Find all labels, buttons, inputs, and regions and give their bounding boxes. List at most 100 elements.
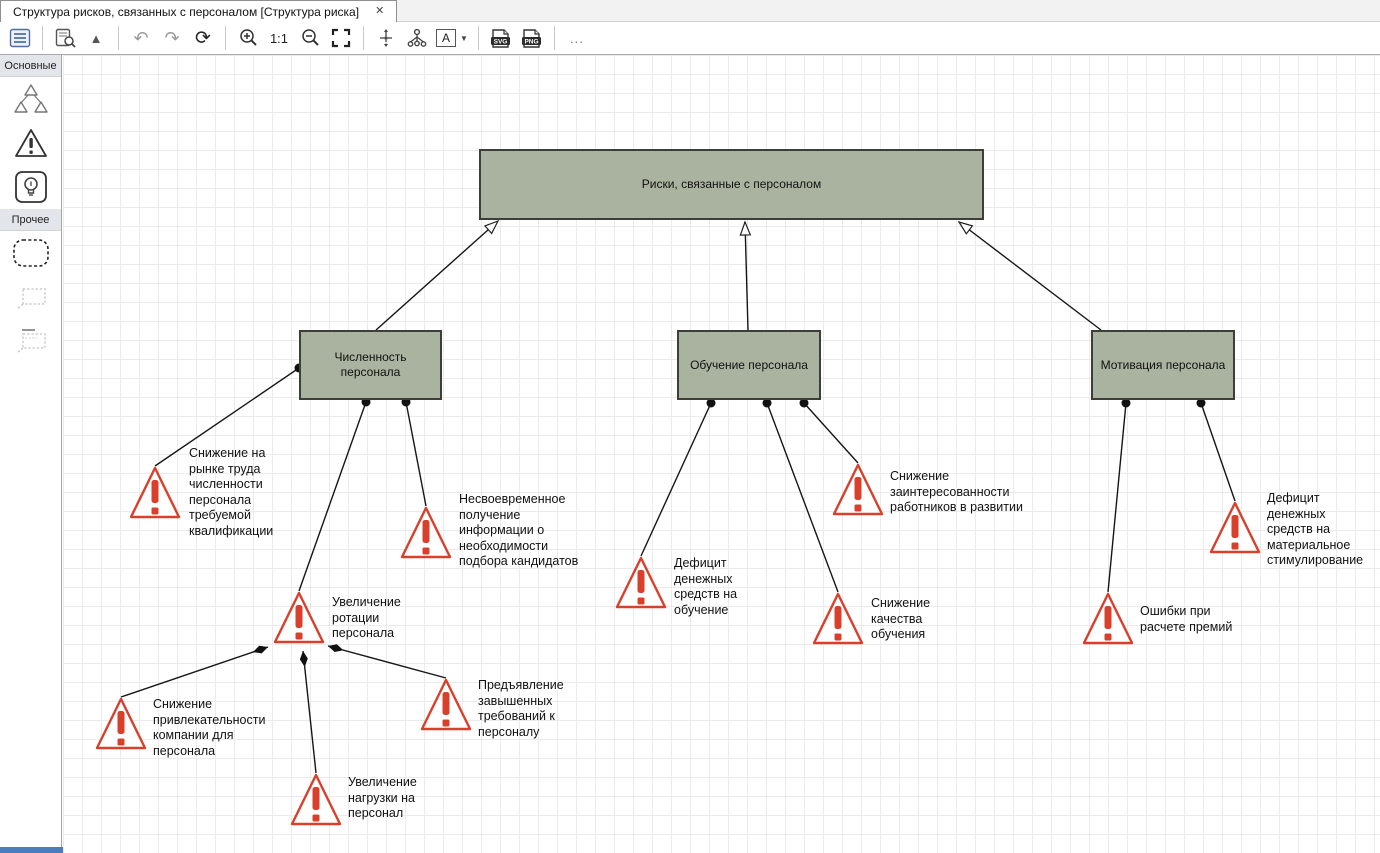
- svg-text:SVG: SVG: [494, 38, 508, 45]
- risk-link[interactable]: [804, 403, 858, 463]
- zoom-reset-button[interactable]: 1:1: [267, 25, 291, 51]
- palette-item-risk[interactable]: [0, 121, 61, 165]
- risk-label: Увеличение нагрузки на персонал: [348, 775, 518, 822]
- palette-section-label: Прочее: [12, 214, 50, 226]
- risk-label: Увеличение ротации персонала: [332, 595, 502, 642]
- svg-file-icon: SVG: [489, 28, 512, 49]
- generalization-link[interactable]: [376, 221, 498, 330]
- palette-item-frame[interactable]: [0, 231, 61, 275]
- node-motivation[interactable]: Мотивация персонала: [1091, 330, 1235, 400]
- risk-node[interactable]: Дефицит денежных средств на обучение: [614, 555, 668, 610]
- warning-triangle-icon: [419, 677, 473, 732]
- auto-arrange-button[interactable]: [374, 25, 398, 51]
- document-search-icon: [54, 28, 76, 48]
- generalization-link[interactable]: [745, 222, 748, 330]
- risk-node[interactable]: Предъявление завышенных требований к пер…: [419, 677, 473, 732]
- png-file-icon: PNG: [520, 28, 543, 49]
- node-headcount[interactable]: Численность персонала: [299, 330, 442, 400]
- toolbar-separator: [42, 26, 43, 50]
- refresh-button[interactable]: ⟳: [191, 25, 215, 51]
- export-png-button[interactable]: PNG: [520, 25, 544, 51]
- risk-link[interactable]: [406, 402, 426, 506]
- toolbar-separator: [554, 26, 555, 50]
- risk-label: Дефицит денежных средств на материальное…: [1267, 491, 1380, 569]
- palette-item-note[interactable]: [0, 275, 61, 319]
- fit-screen-icon: [331, 28, 351, 48]
- properties-list-button[interactable]: [8, 25, 32, 51]
- export-svg-button[interactable]: SVG: [489, 25, 513, 51]
- font-icon: A: [436, 29, 456, 47]
- risk-label: Снижение привлекательности компании для …: [153, 697, 323, 759]
- toolbar-separator: [363, 26, 364, 50]
- node-root[interactable]: Риски, связанные с персоналом: [479, 149, 984, 220]
- risk-link[interactable]: [641, 403, 711, 556]
- risk-node[interactable]: Снижение заинтересованности работников в…: [831, 462, 885, 517]
- tree-layout-button[interactable]: [405, 25, 429, 51]
- risk-node[interactable]: Дефицит денежных средств на материальное…: [1208, 500, 1262, 555]
- zoom-in-icon: [238, 28, 259, 48]
- list-icon: [9, 28, 31, 48]
- warning-triangle-icon: [1208, 500, 1262, 555]
- palette-section-basic[interactable]: Основные: [0, 55, 61, 77]
- triangle-tree-icon: [12, 82, 50, 116]
- warning-triangle-icon: [272, 590, 326, 645]
- warning-triangle-icon: [811, 591, 865, 646]
- warning-triangle-icon: [128, 465, 182, 520]
- composition-link[interactable]: [328, 646, 446, 678]
- risk-node[interactable]: Увеличение нагрузки на персонал: [289, 772, 343, 827]
- zoom-scale-label: 1:1: [270, 31, 288, 46]
- more-options-button[interactable]: ...: [565, 25, 589, 51]
- tab-title: Структура рисков, связанных с персоналом…: [13, 5, 359, 19]
- redo-button[interactable]: ↷: [160, 25, 184, 51]
- composition-link[interactable]: [121, 647, 268, 697]
- toolbar: ▲ ↶ ↷ ⟳ 1:1: [0, 22, 1380, 55]
- font-style-button[interactable]: A ▼: [436, 25, 468, 51]
- risk-node[interactable]: Снижение привлекательности компании для …: [94, 696, 148, 751]
- move-arrows-icon: [376, 28, 396, 48]
- diagram-canvas[interactable]: Риски, связанные с персоналом Численност…: [63, 55, 1380, 853]
- undo-button[interactable]: ↶: [129, 25, 153, 51]
- warning-triangle-icon: [831, 462, 885, 517]
- risk-node[interactable]: Снижение на рынке труда численности перс…: [128, 465, 182, 520]
- warning-triangle-icon: [289, 772, 343, 827]
- risk-label: Несвоевременное получение информации о н…: [459, 492, 629, 570]
- undo-icon: ↶: [133, 29, 148, 47]
- shape-palette: Основные: [0, 55, 62, 853]
- risk-link[interactable]: [1201, 403, 1235, 501]
- risk-node[interactable]: Несвоевременное получение информации о н…: [399, 505, 453, 560]
- redo-icon: ↷: [164, 29, 179, 47]
- risk-label: Ошибки при расчете премий: [1140, 604, 1310, 635]
- warning-triangle-icon: [614, 555, 668, 610]
- palette-section-other[interactable]: Прочее: [0, 209, 61, 231]
- risk-node[interactable]: Увеличение ротации персонала: [272, 590, 326, 645]
- risk-node[interactable]: Ошибки при расчете премий: [1081, 591, 1135, 646]
- zoom-in-button[interactable]: [236, 25, 260, 51]
- zoom-out-button[interactable]: [298, 25, 322, 51]
- warning-triangle-icon: [94, 696, 148, 751]
- warning-triangle-icon: [399, 505, 453, 560]
- tab-risk-structure[interactable]: Структура рисков, связанных с персоналом…: [0, 0, 397, 22]
- application-window: Структура рисков, связанных с персоналом…: [0, 0, 1380, 853]
- fit-to-screen-button[interactable]: [329, 25, 353, 51]
- risk-link[interactable]: [1108, 403, 1126, 592]
- zoom-out-icon: [300, 28, 321, 48]
- warning-triangle-icon: [13, 127, 49, 159]
- generalization-link[interactable]: [959, 222, 1101, 330]
- close-icon[interactable]: ✕: [375, 6, 384, 17]
- risk-label: Предъявление завышенных требований к пер…: [478, 678, 648, 740]
- palette-item-idea[interactable]: [0, 165, 61, 209]
- dashed-shape-icon: [13, 283, 49, 311]
- tab-bar: Структура рисков, связанных с персоналом…: [0, 0, 1380, 22]
- collapse-button[interactable]: ▲: [84, 25, 108, 51]
- risk-label: Снижение качества обучения: [871, 596, 1041, 643]
- risk-node[interactable]: Снижение качества обучения: [811, 591, 865, 646]
- find-in-document-button[interactable]: [53, 25, 77, 51]
- palette-item-note-titled[interactable]: [0, 319, 61, 363]
- svg-text:PNG: PNG: [525, 38, 539, 45]
- risk-label: Снижение заинтересованности работников в…: [890, 469, 1060, 516]
- ellipsis-icon: ...: [570, 31, 584, 46]
- node-training[interactable]: Обучение персонала: [677, 330, 821, 400]
- palette-item-risk-tree[interactable]: [0, 77, 61, 121]
- dashed-shape-lines-icon: [13, 326, 49, 356]
- risk-label: Снижение на рынке труда численности перс…: [189, 446, 359, 539]
